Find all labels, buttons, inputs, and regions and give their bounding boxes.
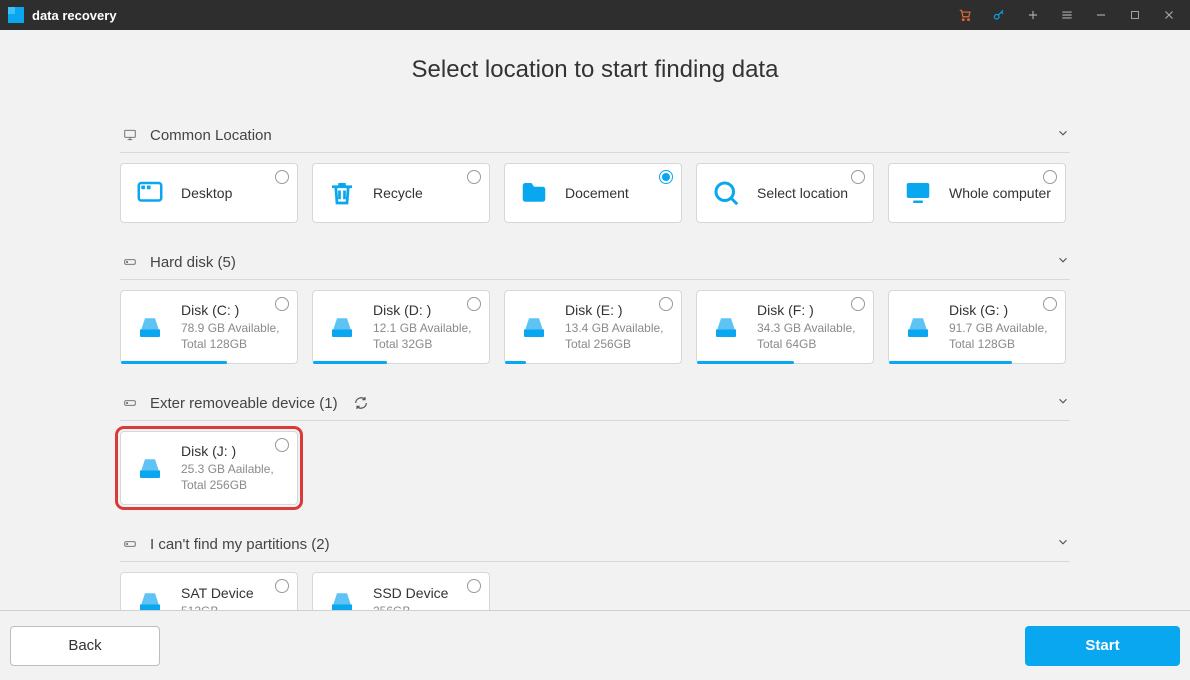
disk-total: Total 128GB (181, 336, 280, 352)
card-label: Select location (757, 184, 848, 203)
chevron-down-icon (1056, 126, 1070, 144)
disk-card[interactable]: Disk (C: )78.9 GB Available,Total 128GB (120, 290, 298, 364)
monitor-icon (120, 127, 140, 143)
radio[interactable] (275, 438, 289, 452)
radio[interactable] (467, 579, 481, 593)
drive-icon (120, 254, 140, 270)
section-common-header[interactable]: Common Location (120, 118, 1070, 153)
disk-available: 34.3 GB Available, (757, 320, 856, 336)
chevron-down-icon (1056, 253, 1070, 271)
card-label: Recycle (373, 184, 423, 203)
close-button[interactable] (1152, 0, 1186, 30)
chevron-down-icon (1056, 535, 1070, 553)
radio[interactable] (467, 297, 481, 311)
common-card-whole-computer[interactable]: Whole computer (888, 163, 1066, 223)
section-common-title: Common Location (150, 127, 272, 144)
disk-card[interactable]: Disk (E: )13.4 GB Available,Total 256GB (504, 290, 682, 364)
disk-name: Disk (F: ) (757, 301, 856, 320)
disk-card[interactable]: Disk (F: )34.3 GB Available,Total 64GB (696, 290, 874, 364)
menu-button[interactable] (1050, 0, 1084, 30)
disk-total: Total 128GB (949, 336, 1048, 352)
app-title: data recovery (32, 8, 117, 23)
disk-available: 25.3 GB Aailable, (181, 461, 274, 477)
disk-total: Total 256GB (565, 336, 664, 352)
radio[interactable] (659, 297, 673, 311)
radio[interactable] (1043, 297, 1057, 311)
disk-icon (133, 451, 167, 485)
disk-icon (133, 310, 167, 344)
radio[interactable] (467, 170, 481, 184)
drive-icon (120, 536, 140, 552)
disk-total: Total 64GB (757, 336, 856, 352)
window-icon (133, 176, 167, 210)
card-label: Whole computer (949, 184, 1051, 203)
disk-name: Disk (E: ) (565, 301, 664, 320)
card-label: Docement (565, 184, 629, 203)
cart-button[interactable] (948, 0, 982, 30)
disk-icon (709, 310, 743, 344)
disk-icon (517, 310, 551, 344)
footer: Back Start (0, 610, 1190, 680)
radio[interactable] (1043, 170, 1057, 184)
disk-total: Total 256GB (181, 477, 274, 493)
section-hdd-header[interactable]: Hard disk (5) (120, 245, 1070, 280)
disk-name: SAT Device (181, 584, 254, 603)
chevron-down-icon (1056, 394, 1070, 412)
page-heading: Select location to start finding data (0, 56, 1190, 84)
app-logo (8, 7, 24, 23)
disk-card[interactable]: Disk (G: )91.7 GB Available,Total 128GB (888, 290, 1066, 364)
section-lost-title: I can't find my partitions (2) (150, 536, 330, 553)
disk-icon (901, 310, 935, 344)
radio[interactable] (659, 170, 673, 184)
minimize-button[interactable] (1084, 0, 1118, 30)
common-card-recycle[interactable]: Recycle (312, 163, 490, 223)
maximize-button[interactable] (1118, 0, 1152, 30)
start-button[interactable]: Start (1025, 626, 1180, 666)
disk-card[interactable]: Disk (J: )25.3 GB Aailable,Total 256GB (120, 431, 298, 505)
disk-name: Disk (J: ) (181, 442, 274, 461)
trash-icon (325, 176, 359, 210)
titlebar: data recovery (0, 0, 1190, 30)
key-button[interactable] (982, 0, 1016, 30)
folder-icon (517, 176, 551, 210)
radio[interactable] (851, 297, 865, 311)
disk-available: 78.9 GB Available, (181, 320, 280, 336)
back-button[interactable]: Back (10, 626, 160, 666)
radio[interactable] (275, 297, 289, 311)
section-ext-title: Exter removeable device (1) (150, 395, 338, 412)
disk-total: Total 32GB (373, 336, 472, 352)
disk-available: 91.7 GB Available, (949, 320, 1048, 336)
disk-name: Disk (C: ) (181, 301, 280, 320)
section-lost-header[interactable]: I can't find my partitions (2) (120, 527, 1070, 562)
radio[interactable] (275, 170, 289, 184)
refresh-button[interactable] (352, 394, 370, 412)
search-icon (709, 176, 743, 210)
monitor-icon (901, 176, 935, 210)
disk-available: 13.4 GB Available, (565, 320, 664, 336)
drive-icon (120, 395, 140, 411)
radio[interactable] (275, 579, 289, 593)
radio[interactable] (851, 170, 865, 184)
disk-icon (325, 310, 359, 344)
section-ext-header[interactable]: Exter removeable device (1) (120, 386, 1070, 421)
main-area: Select location to start finding data Co… (0, 30, 1190, 640)
disk-name: Disk (G: ) (949, 301, 1048, 320)
disk-card[interactable]: Disk (D: )12.1 GB Available,Total 32GB (312, 290, 490, 364)
common-card-select-location[interactable]: Select location (696, 163, 874, 223)
add-button[interactable] (1016, 0, 1050, 30)
disk-name: Disk (D: ) (373, 301, 472, 320)
disk-name: SSD Device (373, 584, 448, 603)
section-hdd-title: Hard disk (5) (150, 254, 236, 271)
disk-available: 12.1 GB Available, (373, 320, 472, 336)
common-card-desktop[interactable]: Desktop (120, 163, 298, 223)
common-card-docement[interactable]: Docement (504, 163, 682, 223)
card-label: Desktop (181, 184, 232, 203)
